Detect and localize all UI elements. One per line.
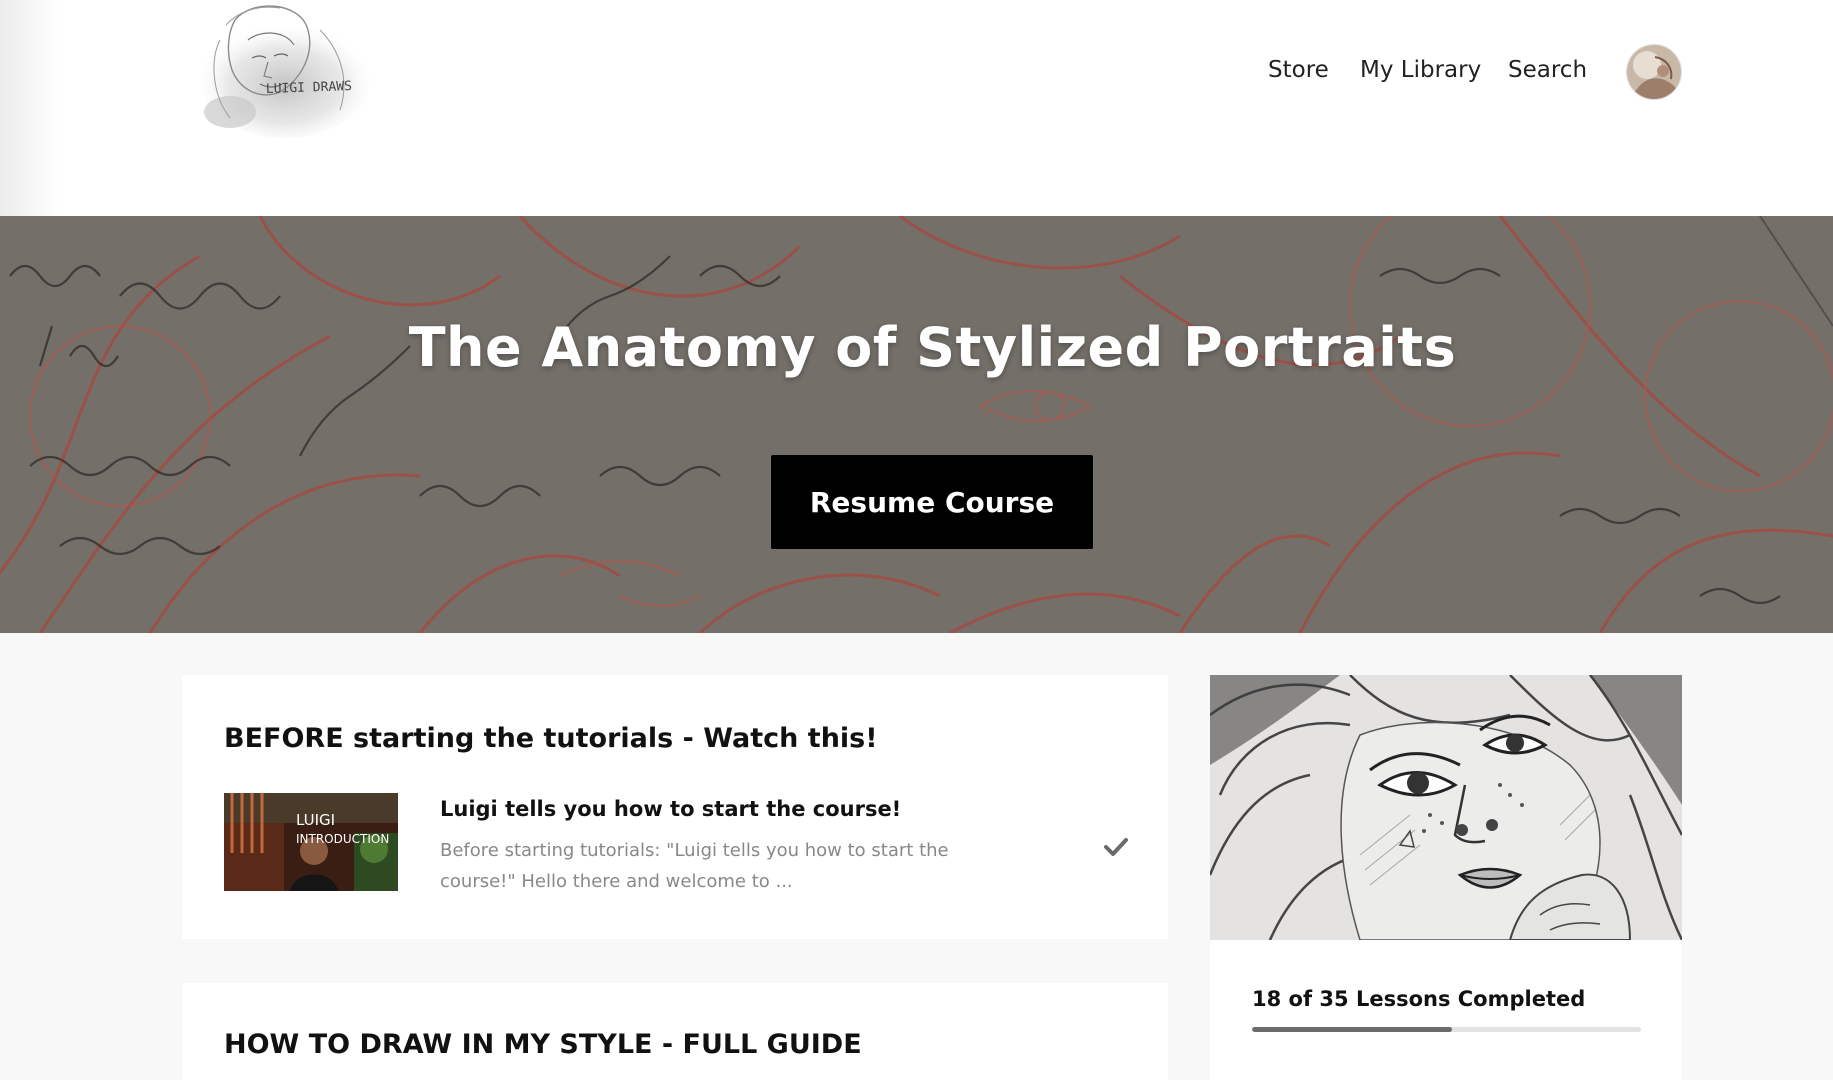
thumb-text-luigi: LUIGI: [296, 811, 335, 829]
user-avatar[interactable]: [1626, 44, 1682, 100]
nav-my-library-link[interactable]: My Library: [1360, 54, 1481, 86]
header-shade: [0, 0, 60, 216]
lesson-thumbnail: LUIGI INTRODUCTION: [224, 793, 398, 891]
progress-bar-fill: [1252, 1027, 1453, 1032]
section-title: HOW TO DRAW IN MY STYLE - FULL GUIDE: [224, 1029, 862, 1060]
lessons-completed-text: 18 of 35 Lessons Completed: [1252, 987, 1586, 1011]
check-icon: [1104, 838, 1128, 856]
site-header: LUIGI DRAWS Store My Library Search: [0, 0, 1833, 216]
lesson-item[interactable]: LUIGI INTRODUCTION Luigi tells you how t…: [224, 793, 1134, 893]
course-cover-image: [1210, 675, 1682, 940]
course-hero: The Anatomy of Stylized Portraits Resume…: [0, 216, 1833, 633]
course-section-card: BEFORE starting the tutorials - Watch th…: [182, 675, 1168, 939]
lesson-title[interactable]: Luigi tells you how to start the course!: [440, 797, 901, 821]
course-title: The Anatomy of Stylized Portraits: [408, 316, 1457, 379]
resume-course-button[interactable]: Resume Course: [771, 455, 1093, 549]
hero-sketch-background: [0, 216, 1833, 633]
course-cover-sketch: [1210, 675, 1682, 940]
section-title: BEFORE starting the tutorials - Watch th…: [224, 723, 878, 754]
progress-bar: [1252, 1027, 1641, 1032]
lesson-description: Before starting tutorials: "Luigi tells …: [440, 840, 949, 892]
avatar-image: [1627, 45, 1681, 99]
course-section-card: HOW TO DRAW IN MY STYLE - FULL GUIDE: [182, 983, 1168, 1080]
top-nav: Store My Library Search: [0, 54, 1833, 86]
thumb-text-introduction: INTRODUCTION: [296, 832, 389, 846]
nav-store-link[interactable]: Store: [1268, 54, 1329, 86]
nav-search-link[interactable]: Search: [1508, 54, 1587, 86]
course-progress-card: 18 of 35 Lessons Completed: [1210, 675, 1682, 1080]
lesson-thumbnail-image: LUIGI INTRODUCTION: [224, 793, 398, 891]
